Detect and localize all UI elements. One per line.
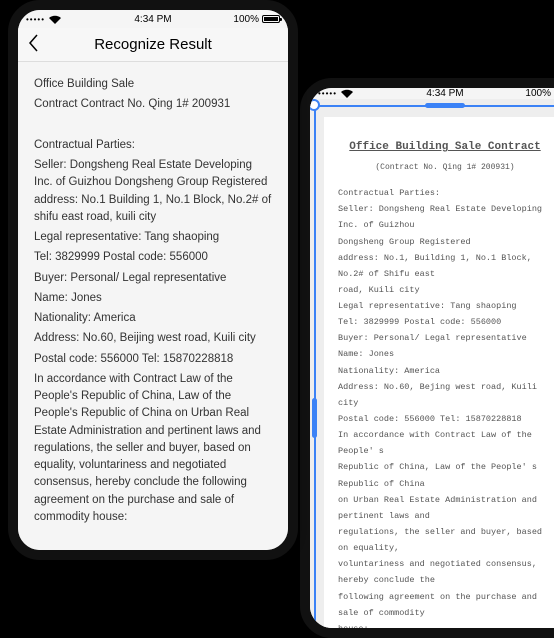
battery-percent: 100% <box>233 14 259 25</box>
doc-text-line: Dongsheng Group Registered <box>338 234 552 250</box>
document-subtitle: (Contract No. Qing 1# 200931) <box>338 160 552 175</box>
signal-dots-icon: ••••• <box>26 15 45 24</box>
phone-right: ••••• 4:34 PM 100% Office Building Sale … <box>300 78 554 638</box>
text-line: Contractual Parties: <box>34 137 272 154</box>
text-line: Address: No.60, Beijing west road, Kuili… <box>34 330 272 347</box>
document-title: Office Building Sale Contract <box>338 137 552 158</box>
status-bar: ••••• 4:34 PM 100% <box>18 10 288 28</box>
doc-text-line: Buyer: Personal/ Legal representative <box>338 330 552 346</box>
text-line: Postal code: 556000 Tel: 15870228818 <box>34 351 272 368</box>
doc-text-line: road, Kuili city <box>338 282 552 298</box>
doc-text-line: Republic of China, Law of the People' s … <box>338 459 552 491</box>
battery-icon <box>262 15 280 23</box>
back-button[interactable] <box>18 33 48 57</box>
doc-text-line: house: <box>338 621 552 628</box>
wifi-icon <box>49 15 61 24</box>
doc-text-line: on Urban Real Estate Administration and … <box>338 492 552 524</box>
doc-text-line: Address: No.60, Bejing west road, Kuili … <box>338 379 552 411</box>
doc-text-line: regulations, the seller and buyer, based… <box>338 524 552 556</box>
doc-text-line: In accordance with Contract Law of the P… <box>338 427 552 459</box>
chevron-left-icon <box>27 33 39 53</box>
battery-percent: 100% <box>525 88 551 99</box>
text-line: Nationality: America <box>34 310 272 327</box>
phone-left: ••••• 4:34 PM 100% Recognize Result Offi… <box>8 0 298 560</box>
doc-text-line: Nationality: America <box>338 363 552 379</box>
text-line: Seller: Dongsheng Real Estate Developing… <box>34 157 272 226</box>
document-preview-area[interactable]: Office Building Sale Contract (Contract … <box>310 99 554 628</box>
doc-text-line: following agreement on the purchase and … <box>338 589 552 621</box>
recognized-text-content[interactable]: Office Building Sale Contract Contract No… <box>18 62 288 550</box>
header-bar: Recognize Result <box>18 28 288 62</box>
doc-text-line: Postal code: 556000 Tel: 15870228818 <box>338 411 552 427</box>
text-line: Legal representative: Tang shaoping <box>34 229 272 246</box>
text-line: Contract Contract No. Qing 1# 200931 <box>34 96 272 113</box>
doc-text-line: Tel: 3829999 Postal code: 556000 <box>338 314 552 330</box>
status-bar: ••••• 4:34 PM 100% <box>310 88 554 99</box>
doc-text-line: Seller: Dongsheng Real Estate Developing… <box>338 201 552 233</box>
doc-text-line: address: No.1, Building 1, No.1 Block, N… <box>338 250 552 282</box>
text-line <box>34 117 272 134</box>
status-time: 4:34 PM <box>134 14 171 25</box>
crop-handle-left[interactable] <box>312 398 317 438</box>
text-line: Buyer: Personal/ Legal representative <box>34 270 272 287</box>
crop-handle-top-left[interactable] <box>310 99 320 111</box>
status-time: 4:34 PM <box>426 88 463 99</box>
document-card: Office Building Sale Contract (Contract … <box>324 117 554 628</box>
doc-text-line: Contractual Parties: <box>338 185 552 201</box>
page-title: Recognize Result <box>94 36 212 53</box>
wifi-icon <box>341 89 353 98</box>
signal-dots-icon: ••••• <box>318 89 337 98</box>
doc-text-line: Legal representative: Tang shaoping <box>338 298 552 314</box>
crop-handle-top[interactable] <box>425 103 465 108</box>
doc-text-line: Name: Jones <box>338 346 552 362</box>
doc-text-line: voluntariness and negotiated consensus, … <box>338 556 552 588</box>
text-line: Name: Jones <box>34 290 272 307</box>
text-line: Office Building Sale <box>34 76 272 93</box>
text-line: Tel: 3829999 Postal code: 556000 <box>34 249 272 266</box>
text-line: In accordance with Contract Law of the P… <box>34 371 272 526</box>
